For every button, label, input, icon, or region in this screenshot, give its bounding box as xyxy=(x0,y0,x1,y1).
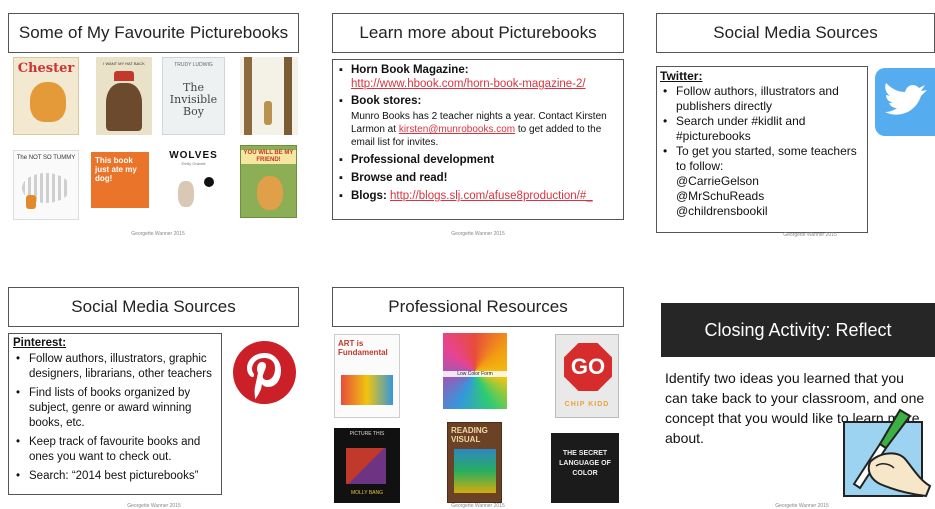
resources-title: Professional Resources xyxy=(332,287,624,327)
book-cover-color-form: Low Color Form xyxy=(443,333,507,409)
figure-icon xyxy=(26,195,36,209)
art-image xyxy=(341,375,393,405)
learn-title: Learn more about Picturebooks xyxy=(332,13,624,53)
list-item: To get you started, some teachers to fol… xyxy=(663,144,864,174)
book-cover-title: WOLVES xyxy=(169,150,218,161)
tree-icon xyxy=(244,57,252,135)
twitter-content: Twitter: Follow authors, illustrators an… xyxy=(656,66,868,233)
handle: @childrensbookil xyxy=(676,204,768,218)
twitter-title: Social Media Sources xyxy=(656,13,935,53)
hat-icon xyxy=(114,71,134,81)
book-cover-go: GO CHIP KIDD xyxy=(555,334,619,418)
book-cover-author: TRUDY LUDWIG xyxy=(174,62,213,68)
list-item: Follow authors, illustrators, graphic de… xyxy=(16,352,217,382)
slide-footer: Georgette Wanner 2015 xyxy=(783,232,837,238)
book-cover-title: THE SECRET LANGUAGE OF COLOR xyxy=(559,450,611,477)
book-cover-title: YOU WILL BE MY FRIEND! xyxy=(241,150,296,164)
book-cover-not-so-tummy: The NOT SO TUMMY xyxy=(13,150,79,220)
slide-footer: Georgette Wanner 2015 xyxy=(451,231,505,237)
book-cover-ate-my-dog: This book just ate my dog! xyxy=(91,152,149,208)
book-cover-invisible-boy: TRUDY LUDWIG The Invisible Boy xyxy=(162,57,225,135)
cat-icon xyxy=(30,82,66,122)
rabbit-icon xyxy=(178,181,194,207)
list-item: Search under #kidlit and #picturebooks xyxy=(663,114,864,144)
book-cover-title: Low Color Form xyxy=(443,371,507,377)
book-cover-secret-language-color: THE SECRET LANGUAGE OF COLOR xyxy=(551,433,619,503)
blogs-label: Blogs: xyxy=(351,190,387,202)
book-cover-title: The Invisible Boy xyxy=(169,81,218,118)
list-item: Browse and read! xyxy=(339,171,619,185)
art-image xyxy=(454,449,496,493)
blogs-link[interactable]: http://blogs.slj.com/afuse8production/#_ xyxy=(390,190,593,202)
stop-sign-icon: GO xyxy=(564,343,612,391)
bear-icon xyxy=(106,83,142,131)
slide-footer: Georgette Wanner 2015 xyxy=(131,231,185,237)
book-cover-title: ART is Fundamental xyxy=(338,339,388,357)
favourites-title: Some of My Favourite Picturebooks xyxy=(8,13,299,53)
book-cover-wolves: WOLVES Emily Gravett xyxy=(162,147,225,220)
browse-label: Browse and read! xyxy=(351,172,448,184)
book-cover-you-will-be-my-friend: YOU WILL BE MY FRIEND! xyxy=(240,145,297,218)
book-cover-title: Chester xyxy=(17,61,75,76)
pd-label: Professional development xyxy=(351,154,495,166)
list-item: Book stores: Munro Books has 2 teacher n… xyxy=(339,94,619,149)
book-cover-reading-visual: READING VISUAL xyxy=(447,422,502,503)
handle: @MrSchuReads xyxy=(676,189,765,203)
bear-icon xyxy=(257,176,283,210)
twitter-list: Follow authors, illustrators and publish… xyxy=(660,84,864,174)
pinterest-heading: Pinterest: xyxy=(13,337,67,349)
book-cover-author: MOLLY BANG xyxy=(350,490,384,496)
book-cover-title: The NOT SO TUMMY xyxy=(16,155,76,161)
book-cover-trees xyxy=(240,57,298,135)
book-cover-title: This book just ate my dog! xyxy=(95,156,137,183)
slide-footer: Georgette Wanner 2015 xyxy=(451,503,505,509)
book-cover-author: CHIP KIDD xyxy=(564,401,610,408)
list-item: Blogs: http://blogs.slj.com/afuse8produc… xyxy=(339,189,619,203)
book-stores-label: Book stores: xyxy=(351,95,422,107)
book-cover-picture-this: PICTURE THIS MOLLY BANG xyxy=(334,428,400,503)
list-item: Search: “2014 best picturebooks” xyxy=(16,469,217,484)
reflect-title: Closing Activity: Reflect xyxy=(661,303,935,357)
book-cover-art-fundamental: ART is Fundamental xyxy=(334,334,400,418)
book-cover-author: Emily Gravett xyxy=(181,161,206,166)
list-item: Find lists of books organized by subject… xyxy=(16,386,217,431)
book-cover-chester: Chester xyxy=(13,57,79,135)
horn-book-label: Horn Book Magazine: xyxy=(351,64,469,76)
learn-content: Horn Book Magazine: http://www.hbook.com… xyxy=(332,59,624,220)
list-item: Professional development xyxy=(339,153,619,167)
list-item: Keep track of favourite books and ones y… xyxy=(16,435,217,465)
handle: @CarrieGelson xyxy=(676,174,759,188)
hand-writing-icon xyxy=(840,404,935,500)
slide-footer: Georgette Wanner 2015 xyxy=(127,503,181,509)
learn-list: Horn Book Magazine: http://www.hbook.com… xyxy=(337,63,619,203)
book-cover-title: PICTURE THIS xyxy=(349,431,385,437)
twitter-heading: Twitter: xyxy=(660,69,703,83)
tree-icon xyxy=(284,57,292,135)
book-cover-title: GO xyxy=(570,354,606,379)
dot-icon xyxy=(204,177,214,187)
email-link[interactable]: kirsten@munrobooks.com xyxy=(399,124,515,135)
figure-icon xyxy=(264,101,272,125)
book-cover-title: READING VISUAL xyxy=(451,426,488,444)
slide-footer: Georgette Wanner 2015 xyxy=(775,503,829,509)
pinterest-list: Follow authors, illustrators, graphic de… xyxy=(13,352,217,484)
list-item: Follow authors, illustrators and publish… xyxy=(663,84,864,114)
book-cover-title: I WANT MY HAT BACK xyxy=(103,61,145,66)
horn-book-link[interactable]: http://www.hbook.com/horn-book-magazine-… xyxy=(351,78,586,90)
pinterest-logo-icon xyxy=(233,341,296,404)
shape-icon xyxy=(346,448,386,484)
pinterest-title: Social Media Sources xyxy=(8,287,299,327)
book-cover-hat: I WANT MY HAT BACK xyxy=(96,57,152,135)
list-item: Horn Book Magazine: http://www.hbook.com… xyxy=(339,63,619,91)
twitter-bird-icon xyxy=(875,68,935,136)
pinterest-content: Pinterest: Follow authors, illustrators,… xyxy=(8,333,222,495)
book-stores-text: Munro Books has 2 teacher nights a year.… xyxy=(351,110,619,149)
